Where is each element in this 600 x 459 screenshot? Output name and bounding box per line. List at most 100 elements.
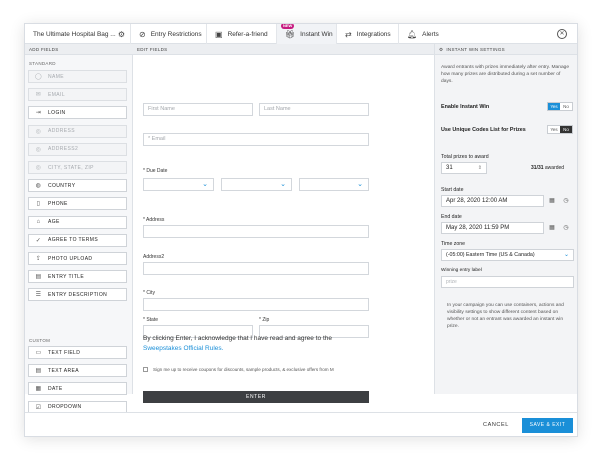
awarded-label: awarded — [544, 165, 565, 171]
field-button-city-state-zip[interactable]: ◎ CITY, STATE, ZIP — [28, 161, 127, 174]
clock-icon[interactable]: ◷ — [560, 222, 572, 234]
field-button-country[interactable]: ◍ COUNTRY — [28, 179, 127, 193]
total-prizes-value: 31 — [446, 165, 453, 171]
city-input[interactable] — [143, 298, 369, 311]
panel-header-text: INSTANT WIN SETTINGS — [446, 47, 505, 52]
field-button-text-field[interactable]: ▭ TEXT FIELD — [28, 346, 127, 359]
globe-icon: ◍ — [35, 183, 42, 190]
field-button-login[interactable]: ⇥ LOGIN — [28, 106, 127, 120]
chevron-down-icon: ⌄ — [280, 181, 286, 188]
add-fields-panel: ADD FIELDS STANDARD ◯ NAME ✉ EMAIL ⇥ LOGIN ◎ AD… — [25, 44, 133, 432]
agree-text: By clicking Enter, I acknowledge that I … — [143, 335, 332, 342]
official-rules-link[interactable]: Sweepstakes Official Rules. — [143, 345, 223, 352]
calendar-icon[interactable]: ▦ — [546, 195, 558, 207]
state-label: * State — [143, 317, 159, 323]
total-prizes-input[interactable]: 31 ⇕ — [441, 162, 487, 174]
enter-button[interactable]: ENTER — [143, 391, 369, 403]
calendar-icon[interactable]: ▦ — [546, 222, 558, 234]
field-button-photo-upload[interactable]: ⇪ PHOTO UPLOAD — [28, 252, 127, 265]
phone-icon: ▯ — [36, 201, 41, 208]
address2-label: Address2 — [143, 254, 165, 260]
toggle-no[interactable]: No — [560, 126, 572, 133]
custom-group-label: CUSTOM — [29, 338, 51, 343]
field-button-name[interactable]: ◯ NAME — [28, 70, 127, 83]
bell-icon: 🔔︎ — [407, 29, 418, 39]
panel-header: ⚙ INSTANT WIN SETTINGS — [435, 44, 577, 55]
last-name-input[interactable]: Last Name — [259, 103, 369, 116]
tab-entry-restrictions[interactable]: ⊘ Entry Restrictions — [131, 24, 207, 44]
envelope-icon: ✉ — [35, 92, 42, 99]
check-icon: ✓ — [35, 237, 42, 244]
chevron-down-icon: ⌄ — [563, 252, 569, 258]
field-button-label: LOGIN — [48, 109, 66, 116]
address2-input[interactable] — [143, 262, 369, 275]
footer-bar: CANCEL SAVE & EXIT — [25, 412, 577, 436]
field-button-date[interactable]: ▦ DATE — [28, 382, 127, 396]
instant-win-description: Award entrants with prizes immediately a… — [441, 65, 570, 85]
close-icon[interactable]: ✕ — [557, 29, 567, 39]
panel-header: EDIT FIELDS — [133, 44, 434, 55]
field-button-label: ENTRY DESCRIPTION — [48, 291, 108, 298]
toggle-yes[interactable]: Yes — [548, 103, 560, 110]
panel-header: ADD FIELDS — [25, 44, 133, 55]
field-button-label: DATE — [48, 385, 63, 392]
gear-icon[interactable]: ⚙ — [118, 30, 125, 39]
save-exit-button[interactable]: SAVE & EXIT — [522, 418, 573, 433]
field-button-label: DROPDOWN — [48, 404, 82, 411]
swap-icon: ⇄ — [345, 29, 352, 39]
start-date-label: Start date — [441, 187, 464, 193]
tab-instant-win[interactable]: NEW 🎁︎ Instant Win — [277, 24, 337, 44]
stepper-icon[interactable]: ⇕ — [478, 163, 482, 173]
tab-integrations[interactable]: ⇄ Integrations — [337, 24, 399, 44]
tab-campaign-title[interactable]: The Ultimate Hospital Bag ... ⚙ — [25, 24, 131, 44]
first-name-input[interactable]: First Name — [143, 103, 253, 116]
field-button-label: TEXT AREA — [48, 367, 80, 374]
editor-window: The Ultimate Hospital Bag ... ⚙ ⊘ Entry … — [24, 23, 578, 437]
toggle-no[interactable]: No — [560, 103, 572, 110]
start-date-input[interactable]: Apr 28, 2020 12:00 AM — [441, 195, 544, 207]
calendar-icon: ▦ — [35, 386, 42, 393]
winning-entry-input[interactable]: prize — [441, 276, 574, 288]
field-button-age[interactable]: ⌂ AGE — [28, 215, 127, 229]
address-label: * Address — [143, 217, 165, 223]
enable-instant-win-toggle[interactable]: Yes No — [547, 102, 573, 111]
tab-refer-a-friend[interactable]: ▣ Refer-a-friend — [207, 24, 277, 44]
cancel-button[interactable]: CANCEL — [483, 422, 509, 428]
end-date-input[interactable]: May 28, 2020 11:59 PM — [441, 222, 544, 234]
field-button-label: EMAIL — [48, 91, 66, 98]
clock-icon[interactable]: ◷ — [560, 195, 572, 207]
toggle-yes[interactable]: Yes — [548, 126, 560, 133]
tab-label: Entry Restrictions — [150, 30, 202, 38]
person-icon: ◯ — [35, 74, 43, 80]
tab-label: Alerts — [422, 30, 439, 38]
unique-codes-toggle[interactable]: Yes No — [547, 125, 573, 134]
textfield-icon: ▭ — [35, 350, 42, 356]
tab-alerts[interactable]: 🔔︎ Alerts — [399, 24, 447, 44]
description-icon: ☰ — [35, 292, 42, 299]
gear-icon: ⚙ — [439, 47, 444, 52]
field-button-label: ADDRESS2 — [48, 146, 79, 153]
timezone-select[interactable]: (-05:00) Eastern Time (US & Canada) ⌄ — [441, 249, 574, 261]
field-button-address2[interactable]: ◎ ADDRESS2 — [28, 142, 127, 156]
signup-text: Sign me up to receive coupons for discou… — [153, 367, 334, 372]
email-input[interactable]: * Email — [143, 133, 369, 146]
field-button-agree-to-terms[interactable]: ✓ AGREE TO TERMS — [28, 233, 127, 247]
field-button-address[interactable]: ◎ ADDRESS — [28, 124, 127, 138]
awarded-status: 31/31 awarded — [531, 165, 564, 171]
city-label: * City — [143, 290, 155, 296]
field-button-label: AGE — [48, 219, 60, 226]
field-button-entry-description[interactable]: ☰ ENTRY DESCRIPTION — [28, 288, 127, 302]
field-button-email[interactable]: ✉ EMAIL — [28, 88, 127, 102]
due-date-year-select[interactable]: ⌄ — [299, 178, 369, 191]
due-date-month-select[interactable]: ⌄ — [143, 178, 214, 191]
chevron-down-icon: ⌄ — [202, 181, 208, 188]
field-button-phone[interactable]: ▯ PHONE — [28, 197, 127, 211]
due-date-day-select[interactable]: ⌄ — [221, 178, 292, 191]
field-button-label: AGREE TO TERMS — [48, 237, 99, 244]
field-button-entry-title[interactable]: ▤ ENTRY TITLE — [28, 270, 127, 284]
address-input[interactable] — [143, 225, 369, 238]
field-button-text-area[interactable]: ▤ TEXT AREA — [28, 364, 127, 378]
signup-checkbox-row[interactable]: Sign me up to receive coupons for discou… — [143, 367, 334, 372]
signup-checkbox[interactable] — [143, 367, 148, 372]
tab-label: Integrations — [356, 30, 391, 38]
